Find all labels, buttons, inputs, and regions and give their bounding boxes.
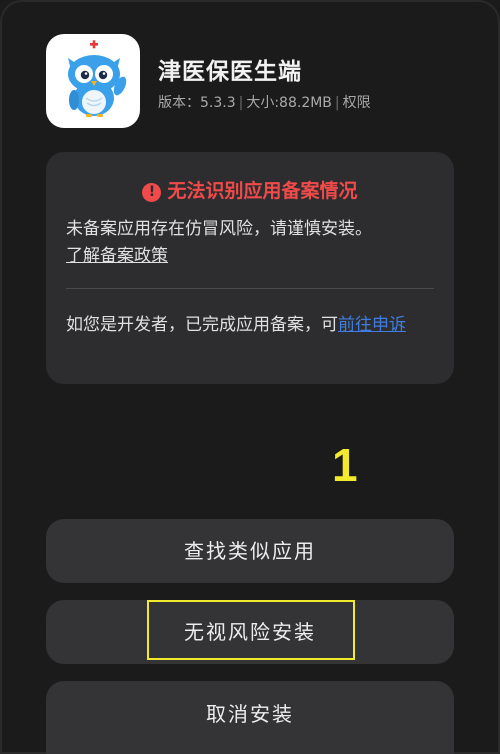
meta-separator: | xyxy=(238,95,244,111)
step-number-annotation: 1 xyxy=(332,439,358,491)
app-version: 版本：5.3.3 xyxy=(158,95,236,111)
warning-body-text: 未备案应用存在仿冒风险，请谨慎安装。 xyxy=(66,219,372,239)
permissions-link[interactable]: 权限 xyxy=(343,95,371,111)
app-size: 大小:88.2MB xyxy=(246,95,332,111)
owl-icon xyxy=(68,40,127,117)
warning-title-text: 无法识别应用备案情况 xyxy=(167,180,358,202)
app-meta: 版本：5.3.3 | 大小:88.2MB | 权限 xyxy=(158,92,371,112)
owl-app-icon xyxy=(46,34,140,128)
app-name: 津医保医生端 xyxy=(158,59,302,85)
card-divider xyxy=(66,288,434,289)
developer-text: 如您是开发者，已完成应用备案，可 xyxy=(66,315,338,335)
install-dialog: 津医保医生端 版本：5.3.3 | 大小:88.2MB | 权限 ! 无法识别应用备案情况… xyxy=(0,0,500,754)
warning-title: ! 无法识别应用备案情况 xyxy=(46,176,454,203)
ignore-risk-install-button[interactable]: 无视风险安装 xyxy=(46,600,454,664)
cancel-install-button[interactable]: 取消安装 xyxy=(46,681,454,754)
policy-link[interactable]: 了解备案政策 xyxy=(66,246,168,266)
exclamation-circle-icon: ! xyxy=(142,183,162,202)
warning-body: 未备案应用存在仿冒风险，请谨慎安装。 了解备案政策 xyxy=(66,216,438,270)
meta-separator: | xyxy=(334,95,340,111)
warning-card: ! 无法识别应用备案情况 未备案应用存在仿冒风险，请谨慎安装。 了解备案政策 如您… xyxy=(46,152,454,384)
appeal-link[interactable]: 前往申诉 xyxy=(338,315,406,335)
find-similar-button[interactable]: 查找类似应用 xyxy=(46,519,454,583)
developer-notice: 如您是开发者，已完成应用备案，可前往申诉 xyxy=(66,312,438,339)
